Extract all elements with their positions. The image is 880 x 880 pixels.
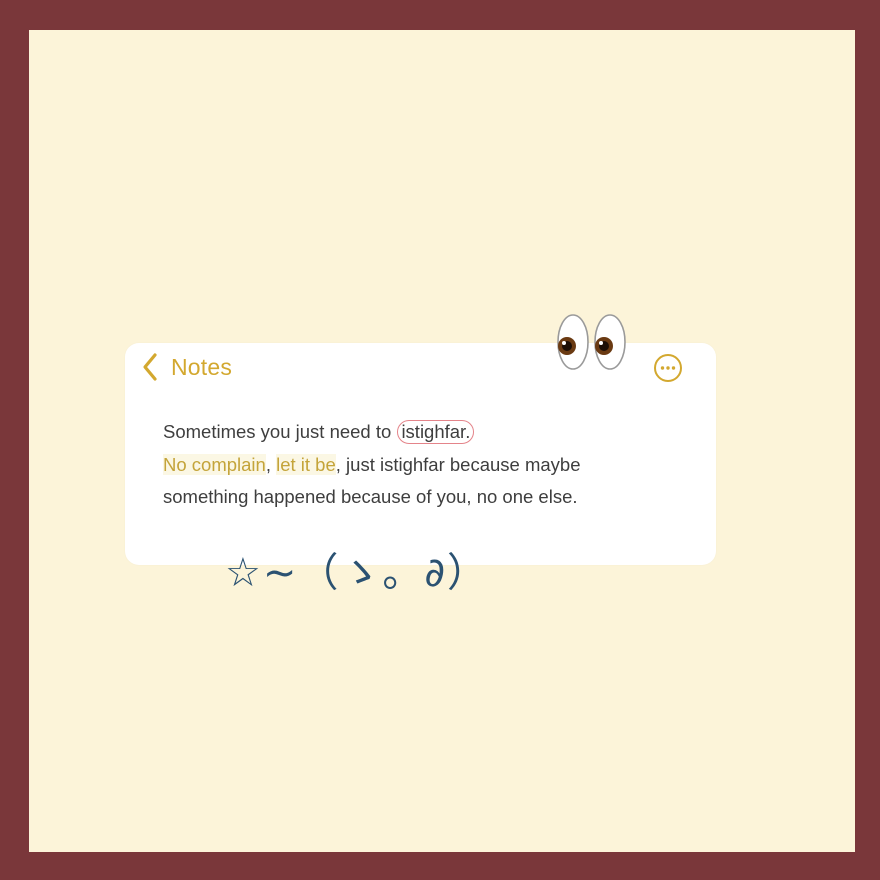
back-button[interactable]: Notes (171, 354, 232, 381)
note-line-2: No complain, let it be, just istighfar b… (163, 449, 683, 482)
highlight-no-complain: No complain (163, 453, 266, 475)
background-panel: Notes Sometimes you just need to istighf… (29, 30, 855, 852)
note-line-1-text: Sometimes you just need to (163, 421, 397, 442)
eyes-emoji-icon (557, 314, 626, 370)
circled-word: istighfar. (397, 420, 475, 444)
kaomoji-decoration: ☆~（ゝ。∂） (225, 550, 490, 596)
highlight-let-it-be: let it be (276, 453, 336, 475)
ellipsis-circle-icon[interactable] (653, 353, 683, 383)
note-body[interactable]: Sometimes you just need to istighfar. No… (163, 416, 683, 514)
chevron-left-icon[interactable] (141, 352, 159, 382)
note-line-1: Sometimes you just need to istighfar. (163, 416, 683, 449)
note-line-2-rest: , just istighfar because maybe (335, 453, 581, 475)
note-card: Notes Sometimes you just need to istighf… (125, 314, 716, 565)
note-line-3: something happened because of you, no on… (163, 486, 578, 507)
note-line-2-comma: , (265, 453, 277, 475)
